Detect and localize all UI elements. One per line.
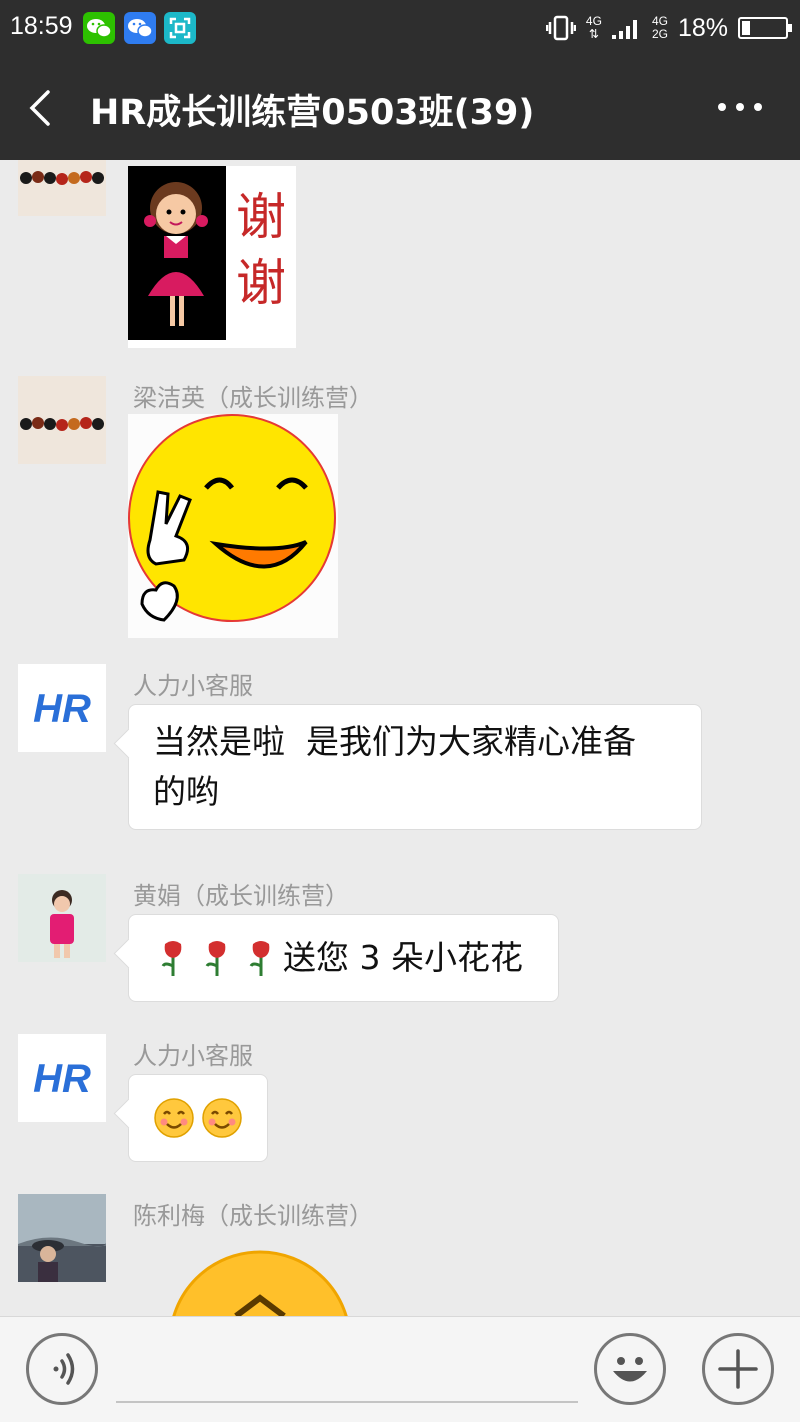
input-bar [0, 1316, 800, 1422]
avatar[interactable] [18, 1194, 106, 1282]
message-input[interactable] [116, 1337, 578, 1403]
network-indicator-1: 4G ⇅ [585, 14, 602, 41]
chevron-left-icon [29, 90, 50, 126]
message-line: 当然是啦 是我们为大家精心准备 [153, 722, 636, 761]
vibrate-icon [545, 15, 576, 41]
hr-logo-icon: HR [18, 664, 106, 752]
avatar[interactable]: HR [18, 1034, 106, 1122]
sender-name: 陈利梅（成长训练营） [133, 1202, 373, 1230]
signal-icon [611, 20, 637, 39]
back-button[interactable] [20, 80, 70, 136]
sender-name: 梁洁英（成长训练营） [133, 384, 373, 412]
battery-icon [738, 17, 792, 39]
rose-icon [153, 938, 193, 978]
message-bubble[interactable] [128, 1074, 268, 1162]
scan-icon [164, 12, 196, 44]
sender-name: 人力小客服 [133, 1042, 253, 1070]
blush-emoji [153, 1097, 195, 1139]
girl-thanks-sticker[interactable]: 谢 谢 [128, 166, 296, 352]
voice-button[interactable] [26, 1333, 98, 1405]
network-label-bottom: 2G [651, 27, 668, 41]
message-bubble[interactable]: 当然是啦 是我们为大家精心准备 的哟 [128, 704, 702, 830]
landscape-photo-avatar-icon [18, 1194, 106, 1282]
rose-icon [197, 938, 237, 978]
plus-button[interactable] [702, 1333, 774, 1405]
rose-icon [241, 938, 281, 978]
status-bar: 18:59 4G ⇅ 4G 2G 18% [0, 0, 800, 56]
sticker-text-2: 谢 [236, 254, 286, 312]
battery-fill [742, 21, 750, 35]
emoji-icon [613, 1357, 647, 1382]
sticker-text-1: 谢 [236, 188, 286, 246]
bracelet-avatar-icon [18, 376, 106, 464]
yellow-face-sticker[interactable] [168, 1250, 352, 1316]
more-dots-icon [718, 103, 762, 111]
avatar[interactable] [18, 376, 106, 464]
more-button[interactable] [710, 92, 770, 122]
status-time: 18:59 [10, 12, 73, 40]
hr-logo-text: HR [33, 687, 91, 731]
chat-messages[interactable]: 谢 谢 梁洁英（成长训练营） HR 人力小客服 当然是啦 是我们为大家精心准备 … [0, 160, 800, 1316]
chat-title: HR成长训练营0503班(39) [90, 93, 535, 133]
message-text: 送您 3 朵小花花 [283, 938, 523, 977]
sender-name: 黄娟（成长训练营） [133, 882, 349, 910]
sender-name: 人力小客服 [133, 672, 253, 700]
plus-icon [718, 1349, 758, 1389]
emoji-button[interactable] [594, 1333, 666, 1405]
chat-header: HR成长训练营0503班(39) [0, 56, 800, 160]
smiley-peace-sticker[interactable] [128, 414, 338, 642]
network-indicator-2: 4G 2G [652, 15, 668, 41]
avatar[interactable] [18, 160, 106, 216]
hr-logo-text: HR [33, 1057, 91, 1101]
bracelet-avatar-icon [18, 160, 106, 216]
avatar[interactable]: HR [18, 664, 106, 752]
wechat-icon [83, 12, 115, 44]
blush-emoji [201, 1097, 243, 1139]
message-bubble[interactable]: 送您 3 朵小花花 [128, 914, 559, 1002]
hr-logo-icon: HR [18, 1034, 106, 1122]
battery-percent: 18% [677, 13, 728, 42]
moments-icon [124, 12, 156, 44]
status-indicators: 4G ⇅ 4G 2G 18% [545, 12, 792, 44]
child-photo-avatar-icon [18, 874, 106, 962]
voice-icon [53, 1353, 75, 1385]
message-line: 的哟 [153, 772, 219, 811]
avatar[interactable] [18, 874, 106, 962]
